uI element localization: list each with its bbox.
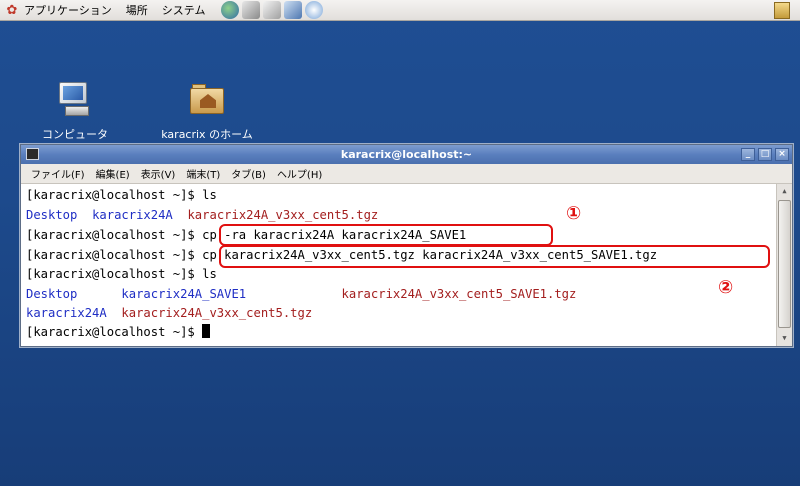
desktop-icon-label: karacrix のホーム [161, 128, 253, 141]
terminal-icon[interactable] [26, 148, 39, 160]
annotation-marker-1: ① [566, 203, 582, 224]
presentation-icon[interactable] [284, 1, 303, 19]
menu-system[interactable]: システム [162, 2, 206, 18]
menu-places[interactable]: 場所 [126, 2, 148, 18]
menu-applications[interactable]: アプリケーション [24, 2, 112, 18]
terminal-line: [karacrix@localhost ~]$ [26, 323, 211, 342]
terminal-line: [karacrix@localhost ~]$ ls [26, 188, 217, 202]
computer-icon [55, 80, 95, 120]
top-panel: ✿ アプリケーション 場所 システム [0, 0, 800, 21]
scrollbar-thumb[interactable] [778, 200, 791, 328]
desktop-icon-home[interactable]: karacrix のホーム [152, 80, 262, 142]
menu-terminal[interactable]: 端末(T) [186, 166, 220, 181]
notes-icon[interactable] [774, 2, 790, 19]
home-folder-icon [187, 80, 227, 120]
scroll-up-icon[interactable]: ▲ [778, 185, 791, 198]
terminal-line: [karacrix@localhost ~]$ ls [26, 267, 217, 281]
gnome-foot-icon[interactable]: ✿ [3, 1, 21, 19]
network-icon[interactable] [305, 1, 324, 19]
menu-view[interactable]: 表示(V) [141, 166, 176, 181]
close-button[interactable]: × [775, 148, 789, 161]
menu-tabs[interactable]: タブ(B) [231, 166, 266, 181]
web-browser-icon[interactable] [221, 1, 240, 19]
scroll-down-icon[interactable]: ▼ [778, 332, 791, 345]
maximize-button[interactable]: □ [758, 148, 772, 161]
terminal-line: Desktop karacrix24A karacrix24A_v3xx_cen… [26, 208, 379, 222]
terminal-line: Desktop karacrix24A_SAVE1 karacrix24A_v3… [26, 287, 577, 301]
terminal-line: karacrix24A karacrix24A_v3xx_cent5.tgz [26, 306, 313, 320]
desktop-icon-computer[interactable]: コンピュータ [20, 80, 130, 142]
menu-edit[interactable]: 編集(E) [96, 166, 130, 181]
window-menubar: ファイル(F) 編集(E) 表示(V) 端末(T) タブ(B) ヘルプ(H) [21, 164, 792, 184]
annotation-box-1 [219, 224, 553, 246]
window-titlebar[interactable]: karacrix@localhost:~ _ □ × [21, 145, 792, 164]
window-title: karacrix@localhost:~ [340, 148, 473, 161]
desktop-icon-label: コンピュータ [42, 128, 108, 141]
launcher-group [221, 1, 324, 19]
terminal-scrollbar[interactable]: ▲ ▼ [776, 184, 792, 346]
mail-client-icon[interactable] [242, 1, 261, 19]
menu-help[interactable]: ヘルプ(H) [277, 166, 322, 181]
menu-file[interactable]: ファイル(F) [31, 166, 85, 181]
text-cursor [202, 324, 211, 338]
annotation-box-2 [219, 245, 770, 268]
text-editor-icon[interactable] [263, 1, 282, 19]
minimize-button[interactable]: _ [741, 148, 755, 161]
annotation-marker-2: ② [718, 277, 734, 298]
